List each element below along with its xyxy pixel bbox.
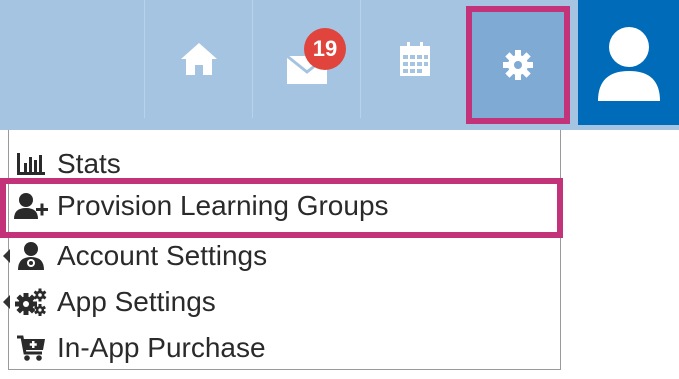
user-icon — [597, 26, 660, 101]
menu-item-label: In-App Purchase — [57, 332, 266, 363]
home-button[interactable] — [144, 0, 252, 118]
menu-item-label: Account Settings — [57, 240, 268, 271]
menu-item-stats[interactable]: Stats — [9, 142, 562, 186]
menu-item-label: Provision Learning Groups — [57, 190, 389, 221]
menu-item-label: App Settings — [57, 286, 216, 317]
bar-chart-icon — [13, 151, 49, 177]
settings-dropdown-menu: Stats Provision Learning Groups Account … — [3, 130, 562, 370]
profile-button[interactable] — [578, 0, 679, 125]
menu-item-label: Stats — [57, 148, 121, 179]
menu-item-in-app-purchase[interactable]: In-App Purchase — [9, 326, 562, 370]
calendar-icon — [399, 42, 430, 76]
gears-icon — [13, 288, 49, 316]
cart-icon — [13, 334, 49, 362]
home-icon — [180, 43, 217, 75]
account-settings-icon — [13, 241, 49, 271]
submenu-caret-icon — [3, 249, 10, 263]
menu-item-provision-learning-groups[interactable]: Provision Learning Groups — [9, 184, 562, 228]
top-nav-bar: 19 — [0, 0, 679, 130]
calendar-button[interactable] — [360, 0, 468, 118]
gear-icon — [503, 50, 533, 80]
submenu-caret-icon — [3, 295, 10, 309]
menu-item-account-settings[interactable]: Account Settings — [3, 234, 562, 278]
messages-count-badge: 19 — [304, 28, 346, 70]
settings-button[interactable] — [466, 6, 570, 124]
menu-item-app-settings[interactable]: App Settings — [3, 280, 562, 324]
add-user-icon — [13, 192, 49, 220]
